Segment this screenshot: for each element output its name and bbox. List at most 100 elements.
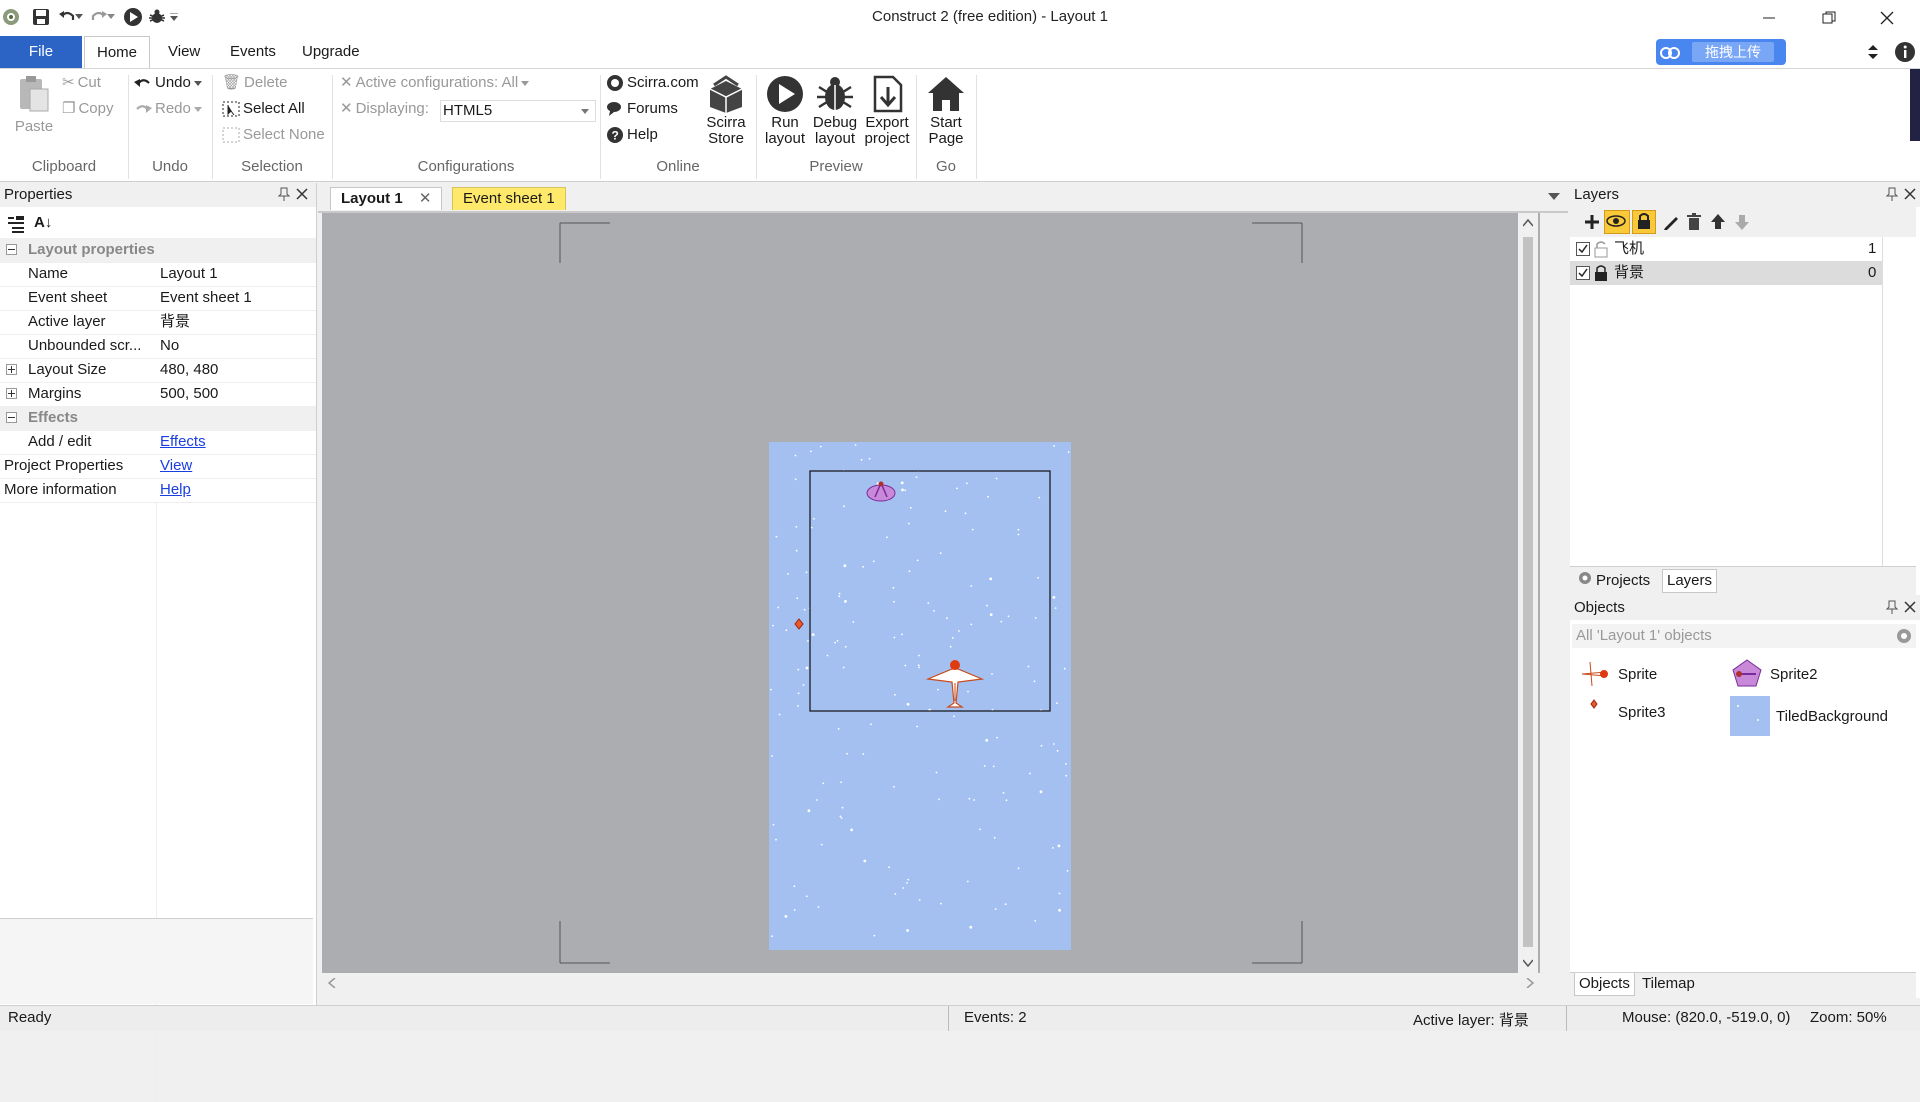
select-none-button[interactable]: Select None bbox=[222, 124, 325, 146]
star-dot bbox=[805, 895, 808, 898]
tab-file[interactable]: File bbox=[0, 36, 82, 68]
star-dot bbox=[1040, 744, 1043, 747]
object-item-sprite[interactable]: Sprite bbox=[1578, 658, 1718, 690]
delete-layer-icon[interactable] bbox=[1686, 213, 1702, 231]
property-value[interactable]: Layout 1 bbox=[160, 262, 218, 286]
ribbon-collapse-icon[interactable] bbox=[1866, 42, 1886, 62]
displaying-select[interactable]: HTML5 bbox=[440, 100, 596, 122]
close-panel-icon[interactable] bbox=[1904, 601, 1916, 613]
close-window-button[interactable] bbox=[1858, 0, 1916, 36]
pin-icon[interactable] bbox=[1886, 600, 1898, 614]
scirra-link[interactable]: Scirra.com bbox=[606, 72, 699, 94]
tiled-background[interactable] bbox=[769, 442, 1071, 950]
close-panel-icon[interactable] bbox=[1904, 188, 1916, 200]
tab-layout-1[interactable]: Layout 1 ✕ bbox=[330, 187, 443, 210]
category-effects[interactable]: Effects bbox=[0, 406, 316, 431]
restore-button[interactable] bbox=[1800, 0, 1858, 36]
star-dot bbox=[940, 902, 942, 905]
cut-button[interactable]: ✂ Cut bbox=[62, 72, 101, 94]
tab-view[interactable]: View bbox=[156, 36, 212, 68]
categorized-sort-icon[interactable] bbox=[6, 215, 26, 233]
expand-icon[interactable] bbox=[6, 388, 17, 399]
layout-canvas[interactable] bbox=[322, 213, 1540, 973]
star-dot bbox=[946, 617, 948, 620]
layer-visible-checkbox[interactable] bbox=[1576, 266, 1590, 280]
run-layout-button[interactable]: Run layout bbox=[760, 73, 810, 147]
tab-upgrade[interactable]: Upgrade bbox=[290, 36, 372, 68]
property-row-active-layer[interactable]: Active layer 背景 bbox=[0, 310, 316, 335]
scirra-store-button[interactable]: Scirra Store bbox=[696, 73, 756, 147]
tab-event-sheet-1[interactable]: Event sheet 1 bbox=[452, 187, 566, 210]
star-dot bbox=[822, 782, 825, 785]
property-row-layout-size[interactable]: Layout Size 480, 480 bbox=[0, 358, 316, 383]
close-panel-icon[interactable] bbox=[296, 188, 308, 200]
layers-bottom-tabs: Projects Layers bbox=[1570, 566, 1916, 596]
move-layer-up-icon[interactable] bbox=[1710, 213, 1726, 231]
info-icon[interactable] bbox=[1894, 41, 1916, 63]
edit-layer-icon[interactable] bbox=[1662, 213, 1680, 231]
pin-icon[interactable] bbox=[278, 187, 290, 201]
redo-button[interactable]: Redo bbox=[134, 98, 202, 120]
locked-icon[interactable] bbox=[1594, 264, 1608, 282]
object-item-sprite2[interactable]: Sprite2 bbox=[1730, 658, 1910, 690]
property-value[interactable]: 480, 480 bbox=[160, 358, 218, 382]
help-link[interactable]: Help bbox=[160, 478, 191, 502]
layer-row[interactable]: 飞机 1 bbox=[1570, 237, 1882, 261]
star-dot bbox=[907, 878, 910, 881]
filter-clear-icon[interactable] bbox=[1896, 628, 1912, 644]
object-item-tiledbackground[interactable]: TiledBackground bbox=[1730, 696, 1916, 736]
tab-list-dropdown-icon[interactable] bbox=[1548, 193, 1560, 201]
property-row-name[interactable]: Name Layout 1 bbox=[0, 262, 316, 287]
star-dot bbox=[870, 723, 872, 726]
effects-link[interactable]: Effects bbox=[160, 430, 206, 454]
active-configurations-button[interactable]: ✕ Active configurations: All bbox=[340, 72, 530, 94]
paste-button[interactable]: Paste bbox=[6, 73, 62, 135]
view-link[interactable]: View bbox=[160, 454, 192, 478]
copy-button[interactable]: ❐ Copy bbox=[62, 98, 113, 120]
tab-projects[interactable]: Projects bbox=[1574, 571, 1654, 591]
property-value[interactable]: No bbox=[160, 334, 179, 358]
debug-layout-button[interactable]: Debug layout bbox=[808, 73, 862, 147]
property-row-margins[interactable]: Margins 500, 500 bbox=[0, 382, 316, 407]
horizontal-scrollbar[interactable] bbox=[322, 973, 1540, 993]
pin-icon[interactable] bbox=[1886, 187, 1898, 201]
move-layer-down-icon[interactable] bbox=[1734, 213, 1750, 231]
category-layout-properties[interactable]: Layout properties bbox=[0, 238, 316, 263]
toggle-lock-icon[interactable] bbox=[1632, 210, 1656, 234]
star-dot bbox=[939, 552, 942, 554]
property-row-event-sheet[interactable]: Event sheet Event sheet 1 bbox=[0, 286, 316, 311]
vertical-scrollbar[interactable] bbox=[1518, 213, 1538, 973]
delete-button[interactable]: 🗑 Delete bbox=[222, 72, 287, 94]
property-value[interactable]: 背景 bbox=[160, 310, 190, 334]
star-dot bbox=[909, 506, 912, 509]
layer-row-selected[interactable]: 背景 0 bbox=[1570, 261, 1882, 285]
tab-objects[interactable]: Objects bbox=[1574, 973, 1635, 996]
objects-filter[interactable]: All 'Layout 1' objects bbox=[1572, 624, 1916, 648]
property-value[interactable]: 500, 500 bbox=[160, 382, 218, 406]
title-bar: Construct 2 (free edition) - Layout 1 bbox=[0, 0, 1920, 36]
tab-events[interactable]: Events bbox=[218, 36, 288, 68]
tab-layers[interactable]: Layers bbox=[1662, 569, 1718, 593]
tab-tilemap[interactable]: Tilemap bbox=[1638, 973, 1699, 995]
export-project-button[interactable]: Export project bbox=[860, 73, 914, 147]
add-layer-icon[interactable] bbox=[1584, 214, 1600, 230]
property-row-unbounded-scrolling[interactable]: Unbounded scr... No bbox=[0, 334, 316, 359]
vertical-scroll-thumb[interactable] bbox=[1523, 237, 1533, 947]
close-tab-icon[interactable]: ✕ bbox=[419, 190, 432, 207]
unlocked-icon[interactable] bbox=[1594, 240, 1608, 258]
tab-home[interactable]: Home bbox=[84, 36, 151, 70]
toggle-visibility-icon[interactable] bbox=[1604, 210, 1630, 234]
undo-button[interactable]: Undo bbox=[134, 72, 202, 94]
help-link[interactable]: ? Help bbox=[606, 124, 658, 146]
start-page-button[interactable]: Start Page bbox=[920, 73, 972, 147]
forums-link[interactable]: Forums bbox=[606, 98, 678, 120]
property-value[interactable]: Event sheet 1 bbox=[160, 286, 252, 310]
group-label-selection: Selection bbox=[241, 158, 303, 175]
object-item-sprite3[interactable]: Sprite3 bbox=[1578, 696, 1718, 728]
select-all-button[interactable]: Select All bbox=[222, 98, 305, 120]
upload-badge[interactable]: 拖拽上传 bbox=[1656, 39, 1786, 65]
layer-visible-checkbox[interactable] bbox=[1576, 242, 1590, 256]
alphabetical-sort-icon[interactable]: A↓ bbox=[34, 214, 52, 231]
expand-icon[interactable] bbox=[6, 364, 17, 375]
minimize-button[interactable] bbox=[1740, 0, 1798, 36]
